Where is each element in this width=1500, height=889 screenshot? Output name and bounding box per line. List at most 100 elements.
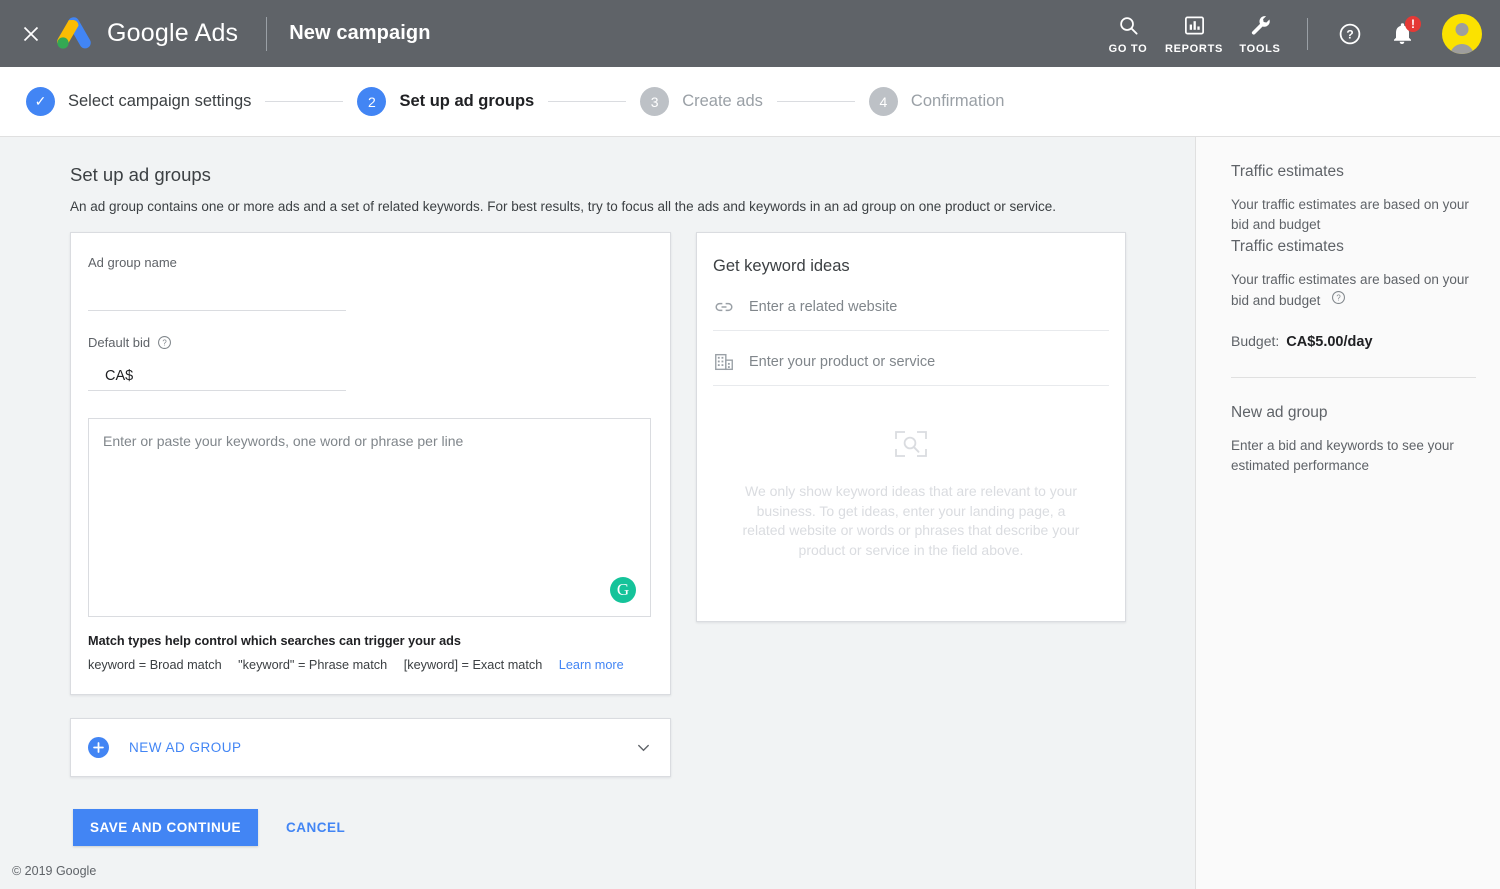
- bid-currency-prefix: CA$: [105, 368, 134, 384]
- avatar-head: [1455, 22, 1469, 36]
- step-3-label: Create ads: [682, 92, 763, 110]
- step-2-marker: 2: [357, 87, 387, 116]
- link-icon: [713, 296, 747, 318]
- new-ad-group-estimates-body: Enter a bid and keywords to see your est…: [1231, 438, 1454, 473]
- header-action-go-to[interactable]: GO TO: [1097, 13, 1159, 55]
- budget-value: CA$5.00/day: [1286, 334, 1373, 350]
- link-icon-glyph: [715, 302, 733, 312]
- campaign-wizard-stepper: ✓ Select campaign settings 2 Set up ad g…: [0, 67, 1500, 137]
- grammarly-glyph: G: [616, 580, 630, 599]
- header-action-tools-label: TOOLS: [1239, 42, 1281, 55]
- save-and-continue-button[interactable]: SAVE AND CONTINUE: [73, 809, 259, 846]
- default-bid-input[interactable]: [133, 366, 346, 384]
- step-select-campaign-settings[interactable]: ✓ Select campaign settings: [26, 87, 251, 116]
- match-types-title: Match types help control which searches …: [88, 634, 461, 648]
- search-in-frame-icon: [741, 430, 1081, 460]
- keywords-box: G: [88, 418, 651, 617]
- related-website-input[interactable]: [747, 298, 1109, 316]
- building-icon: [713, 351, 747, 373]
- page-footer: © 2019 Google: [0, 853, 1195, 889]
- form-actions: SAVE AND CONTINUE CANCEL: [73, 809, 1195, 846]
- new-ad-group-row[interactable]: NEW AD GROUP: [70, 718, 671, 777]
- step-1-label: Select campaign settings: [68, 92, 252, 110]
- bar-chart-icon-glyph: [1184, 15, 1204, 35]
- step-create-ads[interactable]: 3 Create ads: [640, 87, 763, 116]
- keyword-ideas-empty-text: We only show keyword ideas that are rele…: [742, 483, 1080, 558]
- header-actions-divider: [1307, 17, 1308, 50]
- step-2-label: Set up ad groups: [399, 92, 535, 110]
- header-action-tools[interactable]: TOOLS: [1229, 13, 1291, 55]
- search-icon-glyph: [1119, 16, 1138, 35]
- main-content: Set up ad groups An ad group contains on…: [0, 137, 1195, 853]
- learn-more-link[interactable]: Learn more: [559, 658, 624, 672]
- search-icon: [1117, 13, 1140, 37]
- product-or-service-input[interactable]: [747, 353, 1109, 371]
- keyword-ideas-title: Get keyword ideas: [713, 257, 850, 275]
- avatar-body: [1450, 43, 1474, 54]
- default-bid-field[interactable]: CA$: [88, 350, 346, 391]
- traffic-estimates-section: Traffic estimates Your traffic estimates…: [1196, 137, 1500, 378]
- step-connector-3: [776, 101, 855, 102]
- step-confirmation[interactable]: 4 Confirmation: [868, 87, 1005, 116]
- step-connector-2: [548, 101, 627, 102]
- header-action-go-to-label: GO TO: [1108, 42, 1148, 55]
- default-bid-label: Default bid ?: [88, 335, 653, 350]
- new-ad-group-label: NEW AD GROUP: [129, 740, 242, 755]
- step-set-up-ad-groups[interactable]: 2 Set up ad groups: [357, 87, 534, 116]
- match-type-broad: keyword = Broad match: [88, 658, 222, 672]
- match-type-phrase: "keyword" = Phrase match: [238, 658, 388, 672]
- building-icon-glyph: [715, 353, 733, 371]
- ad-group-name-field[interactable]: [88, 270, 346, 311]
- plus-circle-icon: [88, 737, 109, 758]
- traffic-estimates-ghost-body: Your traffic estimates are based on your…: [1231, 197, 1469, 232]
- traffic-estimates-body-text: Your traffic estimates are based on your…: [1231, 272, 1469, 308]
- cancel-button[interactable]: CANCEL: [278, 809, 353, 846]
- google-ads-logo: [57, 16, 97, 51]
- default-bid-label-text: Default bid: [88, 335, 151, 350]
- wrench-icon: [1249, 13, 1272, 37]
- search-in-frame-icon-glyph: [895, 431, 927, 457]
- svg-text:?: ?: [1346, 27, 1353, 41]
- keyword-ideas-empty-state: We only show keyword ideas that are rele…: [713, 430, 1109, 560]
- keywords-textarea[interactable]: [89, 419, 650, 616]
- svg-text:?: ?: [162, 338, 167, 347]
- google-ads-logo-glyph: [57, 16, 91, 49]
- app-header: Google Ads New campaign GO TO REPORTS TO…: [0, 0, 1500, 67]
- app-wordmark: Google Ads: [107, 19, 239, 47]
- default-bid-block: Default bid ? CA$: [88, 335, 653, 391]
- traffic-estimates-title: Traffic estimates: [1231, 238, 1344, 255]
- help-circle-icon[interactable]: ?: [1331, 290, 1346, 305]
- product-or-service-row[interactable]: [713, 339, 1109, 386]
- ad-group-name-label: Ad group name: [88, 255, 177, 270]
- notifications-button[interactable]: !: [1382, 14, 1422, 54]
- cards-row: Ad group name Default bid ? CA$ Enter or…: [0, 214, 1195, 695]
- help-circle-icon[interactable]: ?: [157, 335, 172, 350]
- close-icon-glyph: [23, 26, 39, 41]
- step-1-marker: ✓: [26, 87, 55, 116]
- plus-circle-icon-glyph: [93, 742, 104, 753]
- traffic-estimates-ghost-title: Traffic estimates: [1231, 163, 1344, 180]
- match-types-legend: keyword = Broad match "keyword" = Phrase…: [88, 658, 653, 672]
- step-3-marker: 3: [640, 87, 670, 116]
- ad-group-name-input[interactable]: [88, 286, 346, 304]
- step-4-label: Confirmation: [910, 92, 1005, 110]
- help-circle-icon-glyph: ?: [1332, 291, 1346, 304]
- svg-text:?: ?: [1336, 293, 1341, 302]
- chevron-down-icon[interactable]: [634, 738, 653, 757]
- help-button[interactable]: ?: [1330, 14, 1370, 54]
- header-action-reports-label: REPORTS: [1164, 42, 1224, 55]
- grammarly-icon[interactable]: G: [610, 577, 636, 603]
- related-website-row[interactable]: [713, 284, 1109, 331]
- chevron-down-icon-glyph: [638, 744, 649, 752]
- avatar[interactable]: [1442, 13, 1482, 54]
- estimates-sidebar: Traffic estimates Your traffic estimates…: [1195, 137, 1500, 889]
- header-divider: [266, 16, 268, 51]
- ad-group-card: Ad group name Default bid ? CA$ Enter or…: [70, 232, 671, 695]
- close-icon[interactable]: [17, 20, 45, 48]
- page-title: Set up ad groups: [70, 164, 211, 185]
- step-4-marker: 4: [868, 87, 898, 116]
- step-connector-1: [265, 101, 344, 102]
- wrench-icon-glyph: [1251, 15, 1270, 35]
- page-subtitle: An ad group contains one or more ads and…: [70, 199, 1057, 214]
- header-action-reports[interactable]: REPORTS: [1163, 13, 1225, 55]
